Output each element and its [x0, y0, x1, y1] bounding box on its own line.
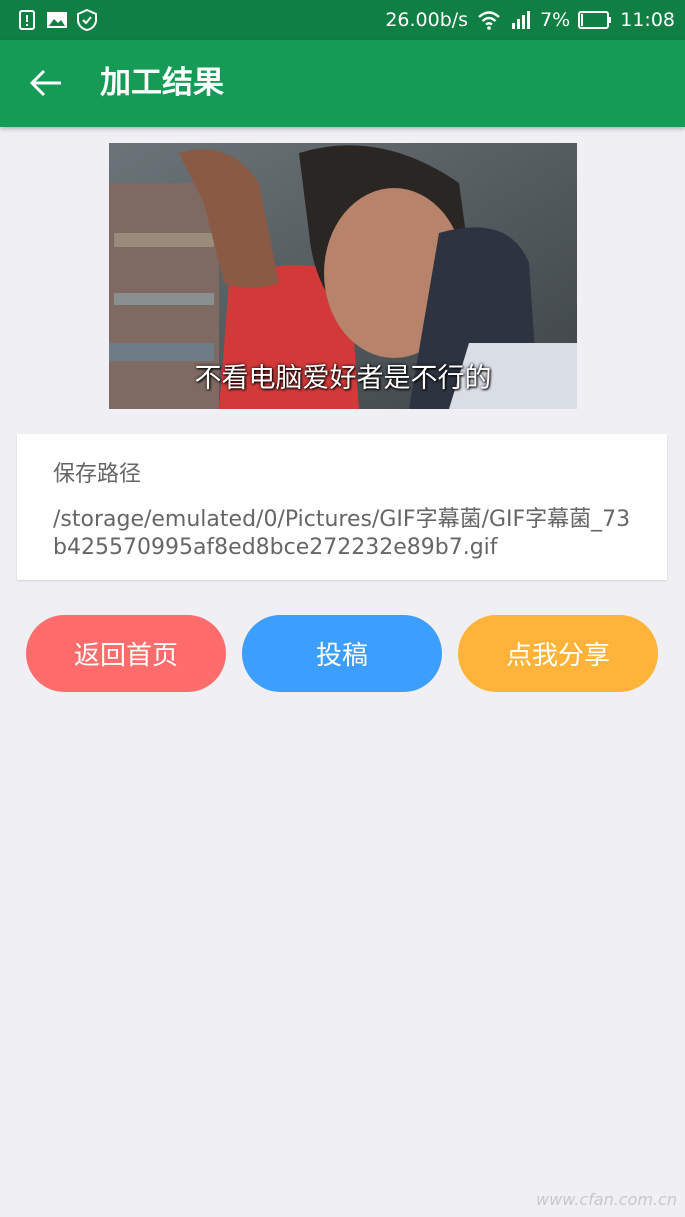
battery-icon [578, 11, 612, 29]
image-icon [47, 12, 67, 28]
gif-preview: 不看电脑爱好者是不行的 [109, 143, 577, 409]
wifi-icon [478, 11, 500, 30]
watermark: www.cfan.com.cn [536, 1190, 677, 1209]
return-home-button[interactable]: 返回首页 [26, 615, 226, 692]
submit-button[interactable]: 投稿 [242, 615, 442, 692]
net-speed: 26.00b/s [385, 9, 469, 31]
back-button[interactable] [20, 60, 72, 106]
signal-icon [512, 11, 531, 29]
page-title: 加工结果 [100, 65, 224, 101]
system-status: 26.00b/s 7% 11:08 [385, 0, 675, 40]
save-path-label: 保存路径 [53, 462, 142, 487]
save-path-card: 保存路径 /storage/emulated/0/Pictures/GIF字幕菌… [17, 434, 667, 580]
status-bar: 26.00b/s 7% 11:08 [0, 0, 685, 40]
app-bar: 加工结果 [0, 40, 685, 127]
clock: 11:08 [620, 9, 675, 31]
alert-icon [19, 10, 35, 30]
preview-caption: 不看电脑爱好者是不行的 [194, 363, 492, 394]
save-path-value: /storage/emulated/0/Pictures/GIF字幕菌/GIF字… [53, 507, 631, 560]
notification-icons [16, 9, 98, 31]
shield-icon [77, 9, 97, 31]
arrow-left-icon [29, 69, 61, 97]
battery-percent: 7% [540, 9, 571, 31]
share-button[interactable]: 点我分享 [458, 615, 658, 692]
